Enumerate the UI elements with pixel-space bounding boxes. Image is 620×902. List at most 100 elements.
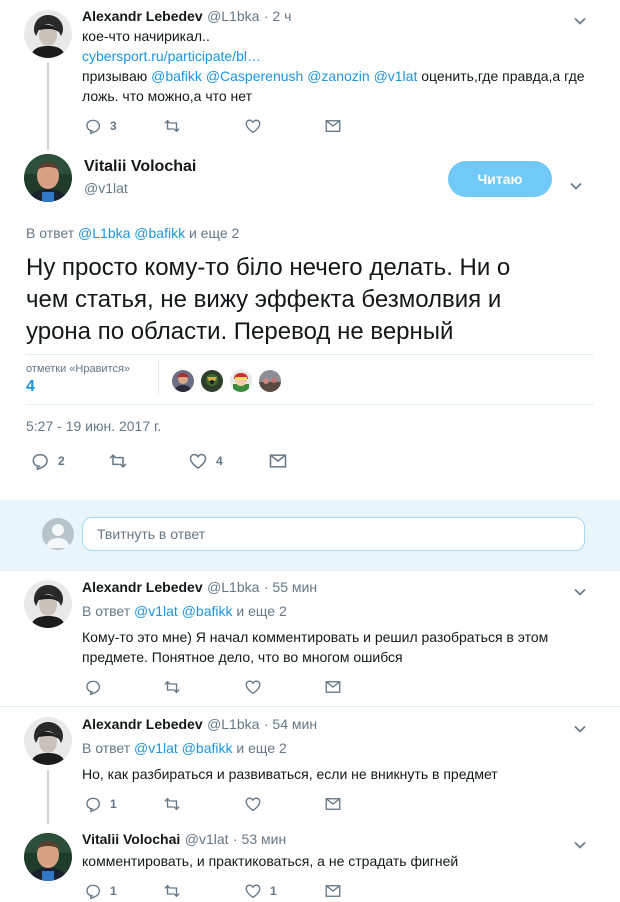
tweet-timestamp[interactable]: 5:27 - 19 июн. 2017 г. — [26, 418, 161, 434]
like-count: 1 — [270, 884, 277, 898]
retweet-icon — [163, 117, 181, 135]
chevron-down-icon[interactable] — [570, 177, 582, 195]
reply-input[interactable]: Твитнуть в ответ — [82, 517, 585, 551]
divider — [0, 706, 620, 707]
reply-button[interactable]: 3 — [84, 117, 117, 135]
thread-line — [47, 770, 49, 824]
reply-prefix: В ответ — [26, 225, 79, 241]
mention-link[interactable]: @L1bka — [78, 225, 130, 241]
reply-context: В ответ @L1bka @bafikk и еще 2 — [26, 225, 239, 241]
mention-link[interactable]: @v1lat — [134, 740, 178, 756]
author-name[interactable]: Alexandr Lebedev — [82, 716, 203, 732]
reply-icon — [84, 882, 102, 900]
tweet-header: Alexandr Lebedev @L1bka · 55 мин — [82, 579, 317, 597]
avatar[interactable] — [42, 518, 74, 550]
tweet-time[interactable]: · 53 мин — [233, 831, 286, 847]
like-button[interactable]: 1 — [244, 882, 277, 900]
mention-link[interactable]: @bafikk — [182, 603, 233, 619]
author-handle[interactable]: @L1bka — [207, 716, 259, 732]
author-handle[interactable]: @v1lat — [185, 831, 229, 847]
like-count: 4 — [216, 454, 223, 468]
liker-avatar[interactable] — [230, 370, 252, 392]
retweet-button[interactable] — [108, 451, 136, 471]
mention-link[interactable]: @Casperenush — [206, 68, 304, 84]
avatar[interactable] — [24, 10, 72, 58]
tweet-actions — [84, 678, 344, 698]
dm-button[interactable] — [268, 451, 288, 471]
divider — [26, 354, 594, 355]
like-button[interactable]: 4 — [188, 451, 223, 471]
reply-context: В ответ @v1lat @bafikk и еще 2 — [82, 603, 287, 619]
reply-icon — [84, 117, 102, 135]
mention-link[interactable]: @bafikk — [182, 740, 233, 756]
tweet-actions: 3 — [84, 117, 344, 137]
author-handle[interactable]: @L1bka — [207, 579, 259, 595]
avatar[interactable] — [24, 580, 72, 628]
heart-icon — [244, 117, 262, 135]
mention-link[interactable]: @v1lat — [374, 68, 418, 84]
heart-icon — [244, 882, 262, 900]
mention-link[interactable]: @bafikk — [151, 68, 202, 84]
reply-prefix: В ответ — [82, 740, 135, 756]
chevron-down-icon[interactable] — [574, 583, 586, 601]
like-button[interactable] — [244, 678, 270, 696]
chevron-down-icon[interactable] — [574, 720, 586, 738]
text-line: чем статья, не вижу эффекта безмолвия и — [26, 286, 502, 313]
retweet-button[interactable] — [163, 795, 189, 813]
tweet-text: кое-что начирикал.. cybersport.ru/partic… — [82, 26, 585, 106]
dm-button[interactable] — [324, 117, 342, 135]
retweet-button[interactable] — [163, 678, 189, 696]
tweet-actions: 1 1 — [84, 882, 344, 902]
like-button[interactable] — [244, 117, 270, 135]
follow-button[interactable]: Читаю — [448, 161, 552, 197]
tweet-header: Alexandr Lebedev @L1bka · 54 мин — [82, 716, 317, 734]
like-button[interactable] — [244, 795, 270, 813]
author-name[interactable]: Alexandr Lebedev — [82, 579, 203, 595]
likes-label[interactable]: отметки «Нравится» — [26, 363, 130, 375]
reply-count: 3 — [110, 119, 117, 133]
mention-link[interactable]: @zanozin — [307, 68, 369, 84]
reply-count: 2 — [58, 454, 65, 468]
reply-icon — [30, 451, 50, 471]
author-handle[interactable]: @v1lat — [84, 180, 128, 196]
dm-button[interactable] — [324, 882, 342, 900]
text-line: Но, как разбираться и развиваться, если … — [82, 766, 498, 782]
liker-avatar[interactable] — [259, 370, 281, 392]
author-name[interactable]: Alexandr Lebedev — [82, 8, 203, 24]
mention-link[interactable]: @bafikk — [134, 225, 185, 241]
author-name[interactable]: Vitalii Volochai — [82, 831, 180, 847]
tweet-time[interactable]: · 2 ч — [264, 8, 292, 24]
mail-icon — [324, 795, 342, 813]
likes-count[interactable]: 4 — [26, 378, 35, 396]
dm-button[interactable] — [324, 795, 342, 813]
text-line: Ну просто кому-то біло нечего делать. Ни… — [26, 254, 511, 281]
chevron-down-icon[interactable] — [574, 836, 586, 854]
tweet-time[interactable]: · 55 мин — [264, 579, 317, 595]
reply-count: 1 — [110, 884, 117, 898]
mention-link[interactable]: @v1lat — [134, 603, 178, 619]
dm-button[interactable] — [324, 678, 342, 696]
thread-line — [47, 62, 49, 150]
reply-button[interactable]: 1 — [84, 882, 117, 900]
divider — [0, 570, 620, 571]
reply-button[interactable]: 1 — [84, 795, 117, 813]
avatar[interactable] — [24, 717, 72, 765]
reply-button[interactable]: 2 — [30, 451, 65, 471]
liker-avatar[interactable] — [172, 370, 194, 392]
author-name[interactable]: Vitalii Volochai — [84, 158, 196, 176]
avatar[interactable] — [24, 154, 72, 202]
liker-avatar[interactable] — [201, 370, 223, 392]
tweet-link[interactable]: cybersport.ru/participate/bl… — [82, 46, 585, 66]
reply-button[interactable] — [84, 678, 110, 696]
reply-suffix: и еще 2 — [185, 225, 240, 241]
text-fragment: оценить,где правда,а где — [417, 68, 585, 84]
retweet-button[interactable] — [163, 882, 189, 900]
divider — [26, 404, 594, 405]
avatar[interactable] — [24, 833, 72, 881]
retweet-button[interactable] — [163, 117, 189, 135]
retweet-icon — [163, 678, 181, 696]
tweet-text: Но, как разбираться и развиваться, если … — [82, 764, 498, 784]
tweet-time[interactable]: · 54 мин — [264, 716, 317, 732]
author-handle[interactable]: @L1bka — [207, 8, 259, 24]
text-line: кое-что начирикал.. — [82, 28, 210, 44]
